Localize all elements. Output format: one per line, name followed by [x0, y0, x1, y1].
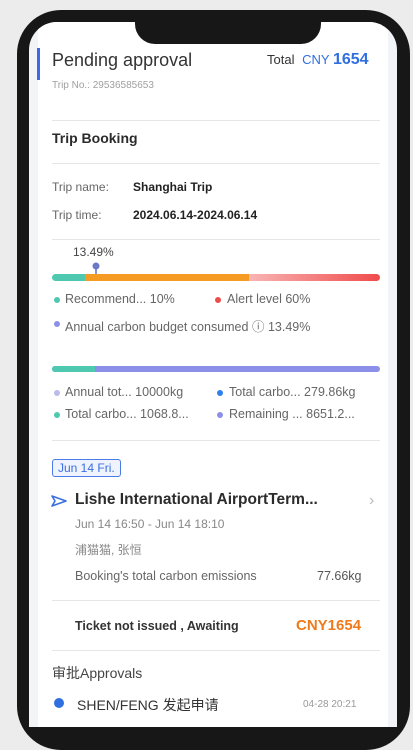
- top-divider: [52, 120, 380, 121]
- ticket-status: Ticket not issued , Awaiting: [75, 619, 239, 633]
- stat-total-carbon-2: Total carbo... 1068.8...: [65, 407, 189, 421]
- legend-dot-red: [215, 297, 221, 303]
- flight-time: Jun 14 16:50 - Jun 14 18:10: [75, 517, 225, 531]
- carbon-gauge-bar: [52, 274, 380, 281]
- trip-divider: [52, 239, 380, 240]
- gauge-segment-normal: [84, 274, 249, 281]
- approval-entry-name: SHEN/FENG 发起申请: [77, 697, 219, 713]
- legend-recommend: Recommend... 10%: [65, 292, 175, 306]
- flight-divider: [52, 600, 380, 601]
- stat-remaining: Remaining ... 8651.2...: [229, 407, 355, 421]
- gauge-segment-recommend: [52, 274, 85, 281]
- status-title: Pending approval: [52, 50, 193, 70]
- booking-divider: [52, 163, 380, 164]
- total-currency: CNY: [302, 52, 330, 67]
- approval-entry-time: 04-28 20:21: [303, 699, 357, 710]
- stat-dot-annual: [54, 390, 60, 396]
- budget-bar-used: [52, 366, 95, 372]
- approvals-title: 审批Approvals: [52, 665, 143, 681]
- legend-consumed-value: 13.49%: [267, 320, 311, 334]
- legend-consumed-text: Annual carbon budget consumed: [65, 320, 249, 334]
- section-trip-booking: Trip Booking: [52, 130, 138, 146]
- carbon-divider: [52, 440, 380, 441]
- budget-bar: [52, 366, 380, 372]
- trip-time-label: Trip time:: [52, 208, 102, 222]
- chevron-right-icon[interactable]: ›: [369, 492, 374, 510]
- flight-price: CNY1654: [296, 617, 362, 634]
- legend-dot-teal: [54, 297, 60, 303]
- flight-name[interactable]: Lishe International AirportTerm...: [75, 491, 318, 509]
- stat-dot-remaining: [217, 412, 223, 418]
- emissions-label: Booking's total carbon emissions: [75, 569, 257, 583]
- approval-status-dot: [54, 698, 64, 708]
- legend-alert: Alert level 60%: [227, 292, 311, 306]
- legend-consumed: Annual carbon budget consumed ⓘ 13.49%: [65, 316, 310, 335]
- passenger-names: 浦猫猫, 张恒: [75, 543, 142, 557]
- total-price: Total CNY 1654: [267, 51, 369, 69]
- total-label: Total: [267, 52, 295, 67]
- trip-name-value: Shanghai Trip: [133, 180, 213, 194]
- flight-icon: [51, 493, 67, 509]
- legend-dot-purple: [54, 321, 60, 327]
- stat-total-carbon: Total carbo... 279.86kg: [229, 385, 356, 399]
- approval-divider: [52, 650, 380, 651]
- screen: Pending approval Total CNY 1654 Trip No.…: [29, 22, 397, 727]
- stat-annual-total: Annual tot... 10000kg: [65, 385, 184, 399]
- emissions-value: 77.66kg: [317, 569, 362, 583]
- date-tag: Jun 14 Fri.: [52, 459, 121, 477]
- stat-dot-total: [217, 390, 223, 396]
- trip-number: Trip No.: 29536585653: [52, 80, 154, 91]
- info-icon[interactable]: ⓘ: [252, 320, 265, 334]
- trip-name-label: Trip name:: [52, 180, 109, 194]
- consumed-percent-label: 13.49%: [73, 245, 114, 259]
- trip-time-value: 2024.06.14-2024.06.14: [133, 208, 258, 222]
- stat-dot-total-2: [54, 412, 60, 418]
- total-amount: 1654: [332, 51, 369, 68]
- phone-notch: [135, 10, 321, 44]
- header-accent-bar: [37, 48, 40, 80]
- gauge-segment-alert: [248, 274, 380, 281]
